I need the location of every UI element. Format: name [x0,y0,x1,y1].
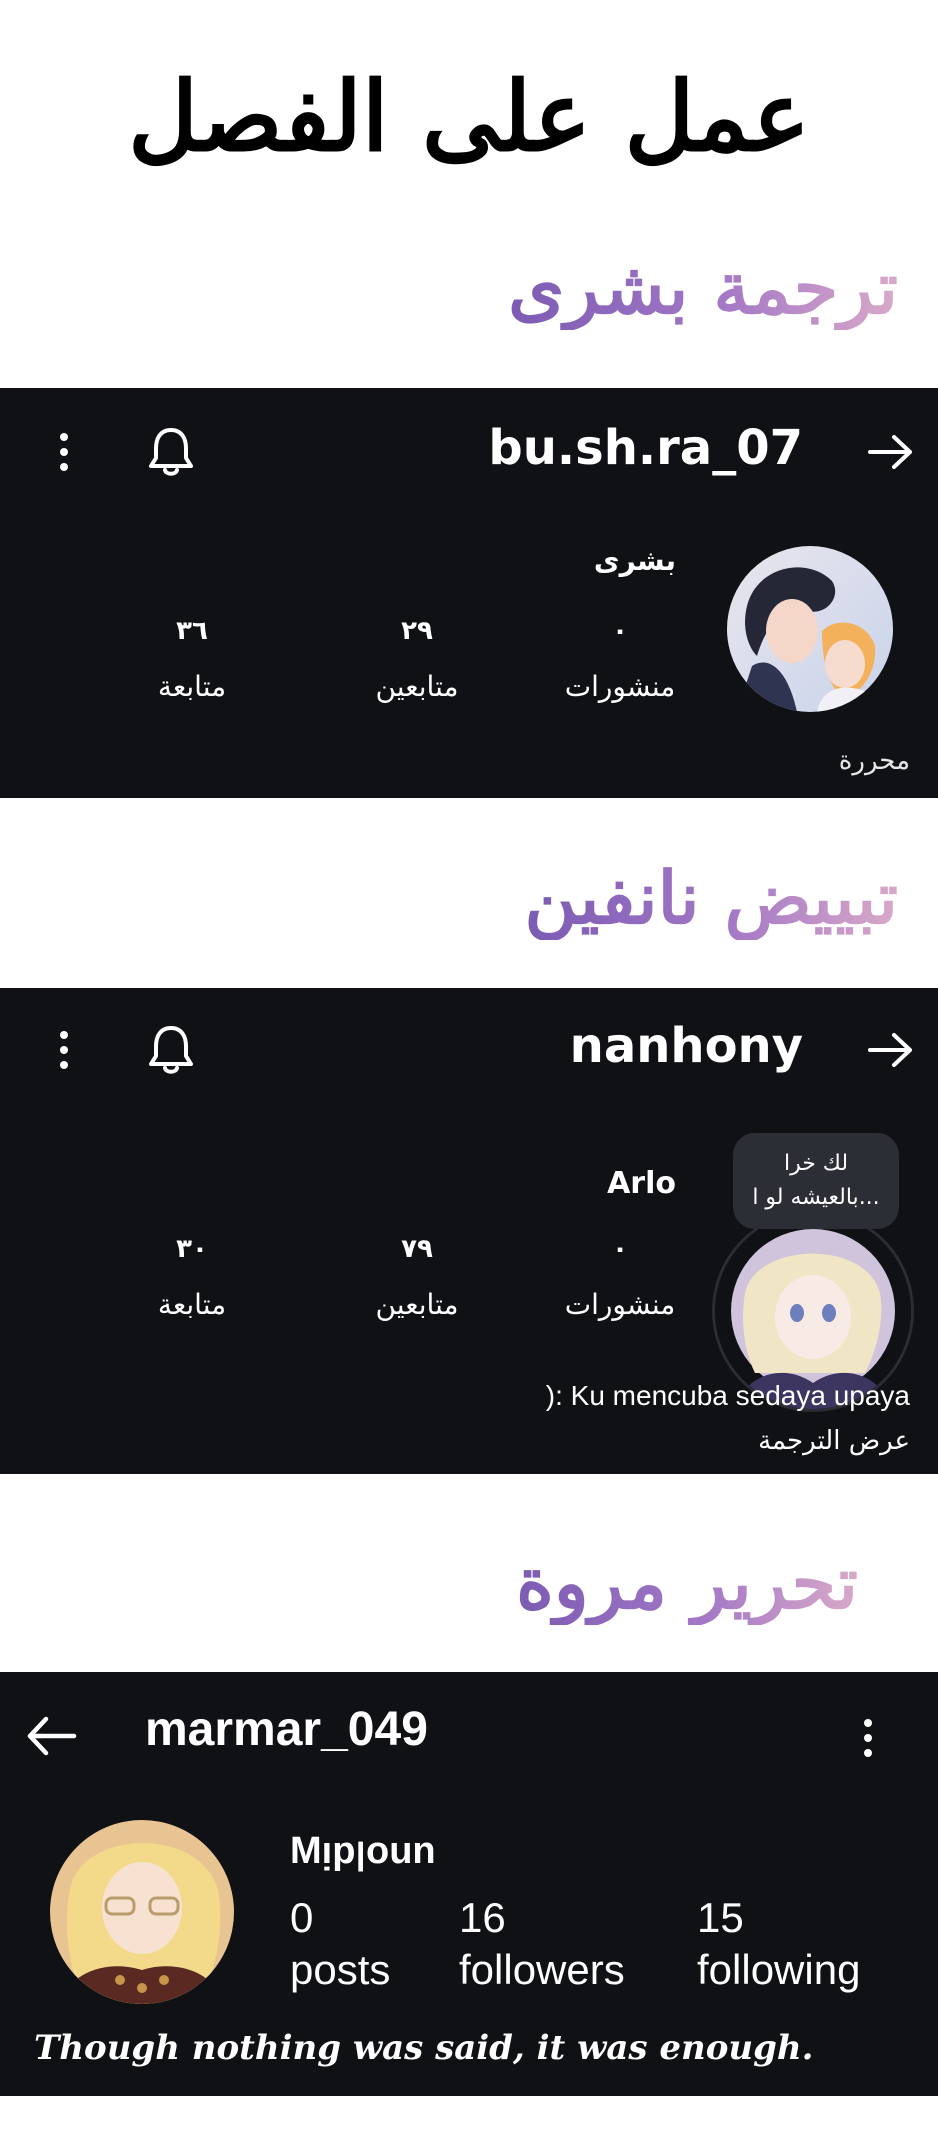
following-count: ٣٠ [176,1234,208,1264]
see-translation-link[interactable]: عرض الترجمة [758,1426,910,1456]
posts-count: 0 [290,1894,314,1941]
posts-label[interactable]: posts [290,1946,390,1994]
profile-username: nanhony [569,1018,803,1074]
display-name: Mᴉpꞁoun [290,1830,436,1872]
avatar[interactable] [50,1820,234,2004]
posts-label[interactable]: منشورات [555,1288,685,1321]
profile-panel-bushra: bu.sh.ra_07 بشرى ٠ منشورات ٢٩ متابعين ٣٦… [0,388,938,798]
followers-label[interactable]: followers [459,1946,625,1994]
credit-cleaning: تبييض نانفين [524,855,898,940]
posts-count: ٠ [612,616,628,646]
followers-count: ٧٩ [401,1234,433,1264]
profile-bio: ): Ku mencuba sedaya upaya [545,1380,910,1411]
page-title: عمل على الفصل [128,60,810,173]
profile-category: محررة [838,746,910,776]
arrow-icon[interactable] [866,432,916,476]
profile-bio: Though nothing was said, it was enough. [34,2028,814,2068]
posts-count: ٠ [612,1234,628,1264]
following-label[interactable]: متابعة [122,1288,262,1321]
display-name: بشرى [593,544,676,577]
arrow-icon[interactable] [866,1030,916,1074]
more-vertical-icon[interactable] [862,1718,874,1762]
followers-count: ٢٩ [401,616,433,646]
back-arrow-icon[interactable] [24,1714,78,1762]
profile-username: bu.sh.ra_07 [488,420,803,476]
note-line-2: بالعيشه لو ا... [752,1185,880,1210]
display-name: Arlo [607,1166,676,1201]
note-line-1: لك خرا [783,1151,849,1176]
following-label[interactable]: متابعة [122,670,262,703]
bell-icon[interactable] [146,1022,196,1080]
following-count: ٣٦ [176,616,208,646]
more-vertical-icon[interactable] [58,432,70,476]
avatar[interactable] [727,546,893,712]
followers-label[interactable]: متابعين [337,1288,497,1321]
credit-translation: ترجمة بشرى [508,245,898,330]
following-label[interactable]: following [697,1946,860,1994]
profile-panel-marmar: marmar_049 Mᴉpꞁoun 0 posts 16 followers … [0,1672,938,2096]
note-bubble[interactable]: لك خرا بالعيشه لو ا... [733,1133,899,1229]
bell-icon[interactable] [146,424,196,482]
profile-username: marmar_049 [145,1703,428,1756]
more-vertical-icon[interactable] [58,1030,70,1074]
credit-editing: تحرير مروة [516,1540,858,1625]
followers-label[interactable]: متابعين [337,670,497,703]
followers-count: 16 [459,1894,506,1941]
following-count: 15 [697,1894,744,1941]
profile-panel-nanhony: nanhony لك خرا بالعيشه لو ا... Arlo ٠ من… [0,988,938,1474]
posts-label[interactable]: منشورات [555,670,685,703]
